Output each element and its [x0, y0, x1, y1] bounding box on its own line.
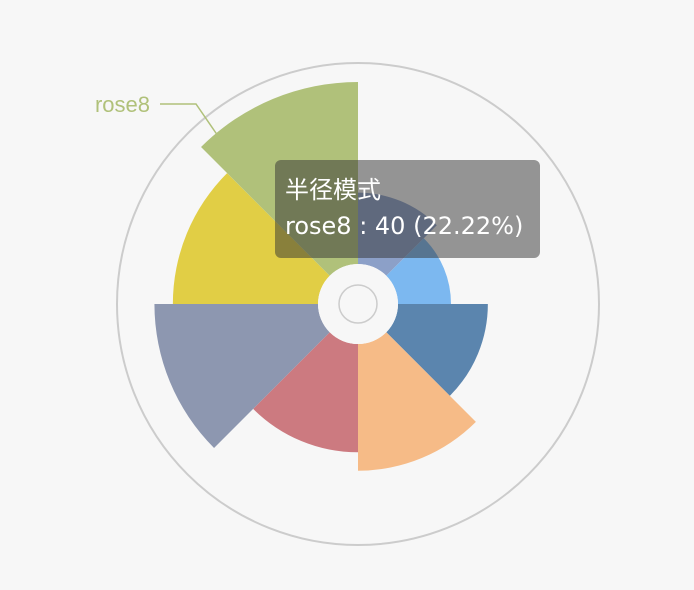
tooltip: 半径模式 rose8 : 40 (22.22%): [275, 160, 540, 258]
slice-label-rose8: rose8: [95, 92, 150, 117]
tooltip-value: rose8 : 40 (22.22%): [285, 212, 524, 240]
center-hole: [318, 264, 398, 344]
chart-stage: rose8 半径模式 rose8 : 40 (22.22%): [0, 0, 694, 590]
rose-chart: rose8: [95, 62, 600, 546]
tooltip-title: 半径模式: [285, 176, 381, 204]
